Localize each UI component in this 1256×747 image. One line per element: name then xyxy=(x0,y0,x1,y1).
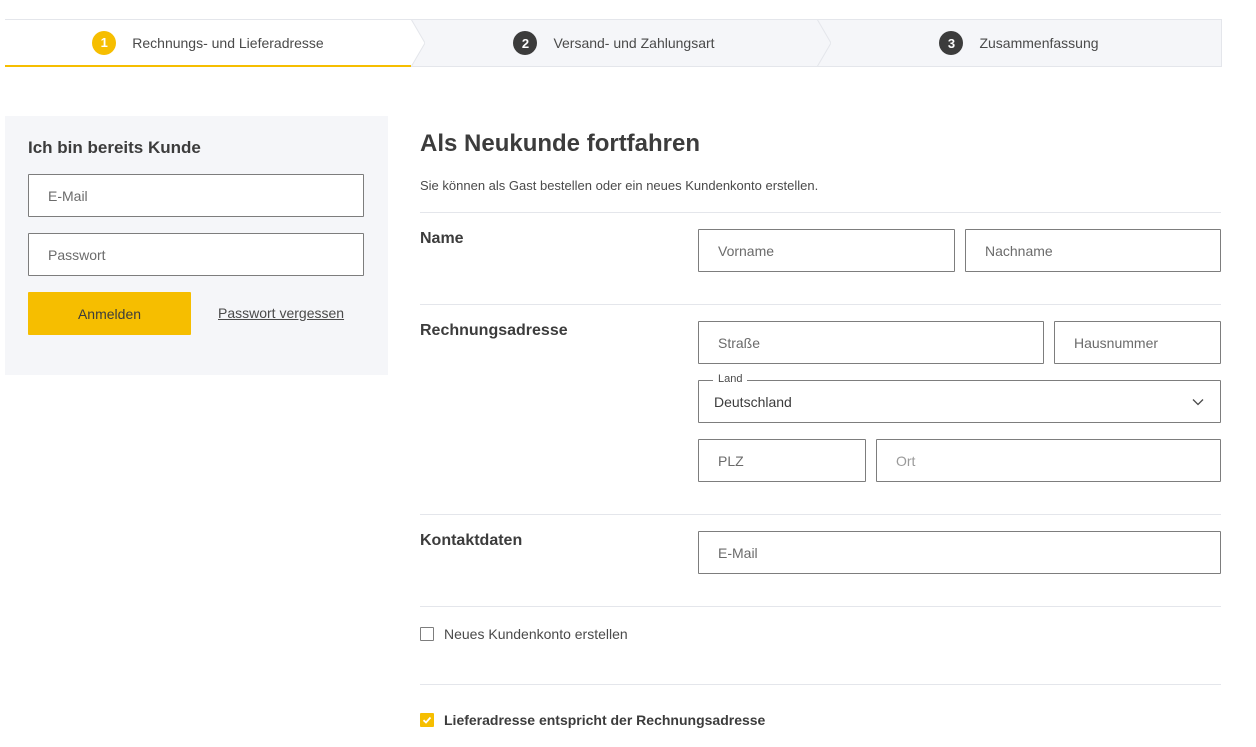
country-legend: Land xyxy=(713,373,748,385)
divider xyxy=(420,212,1221,213)
house-number-input[interactable]: Hausnummer xyxy=(1054,321,1221,364)
step-number-1: 1 xyxy=(92,30,117,55)
login-button[interactable]: Anmelden xyxy=(28,292,191,335)
guest-subtitle: Sie können als Gast bestellen oder ein n… xyxy=(420,178,819,193)
city-placeholder: Ort xyxy=(896,452,916,469)
existing-customer-panel: Ich bin bereits Kunde E-Mail Passwort An… xyxy=(5,116,388,375)
zip-input[interactable]: PLZ xyxy=(698,439,866,482)
step-label-shipping-payment: Versand- und Zahlungsart xyxy=(553,35,715,51)
house-number-placeholder: Hausnummer xyxy=(1074,334,1159,351)
divider xyxy=(420,684,1221,685)
contact-email-placeholder: E-Mail xyxy=(718,544,758,561)
login-email-input[interactable]: E-Mail xyxy=(28,174,364,217)
same-address-label: Lieferadresse entspricht der Rechnungsad… xyxy=(444,712,766,728)
street-input[interactable]: Straße xyxy=(698,321,1044,364)
step-separator-icon xyxy=(817,19,831,67)
same-address-option[interactable]: Lieferadresse entspricht der Rechnungsad… xyxy=(420,712,765,728)
step-number-3: 3 xyxy=(939,31,964,55)
country-select[interactable]: Land Deutschland xyxy=(698,373,1221,423)
divider xyxy=(420,304,1221,305)
first-name-placeholder: Vorname xyxy=(718,242,775,259)
city-input[interactable]: Ort xyxy=(876,439,1221,482)
same-address-checkbox[interactable] xyxy=(420,713,434,727)
guest-title: Als Neukunde fortfahren xyxy=(420,130,701,157)
step-label-address: Rechnungs- und Lieferadresse xyxy=(132,34,324,51)
billing-section-label: Rechnungsadresse xyxy=(420,322,568,339)
login-title: Ich bin bereits Kunde xyxy=(28,138,201,157)
create-account-checkbox[interactable] xyxy=(420,627,434,641)
last-name-placeholder: Nachname xyxy=(985,242,1053,259)
step-summary[interactable]: 3 Zusammenfassung xyxy=(817,19,1222,67)
contact-section-label: Kontaktdaten xyxy=(420,532,523,549)
step-separator-icon xyxy=(411,19,425,67)
checkout-stepper: 1 Rechnungs- und Lieferadresse 2 Versand… xyxy=(5,19,1222,67)
create-account-label: Neues Kundenkonto erstellen xyxy=(444,626,628,642)
divider xyxy=(420,606,1221,607)
zip-placeholder: PLZ xyxy=(718,452,744,469)
forgot-password-link[interactable]: Passwort vergessen xyxy=(218,305,344,321)
login-password-input[interactable]: Passwort xyxy=(28,233,364,276)
step-shipping-payment[interactable]: 2 Versand- und Zahlungsart xyxy=(411,19,831,67)
step-address[interactable]: 1 Rechnungs- und Lieferadresse xyxy=(5,19,425,67)
last-name-input[interactable]: Nachname xyxy=(965,229,1221,272)
chevron-down-icon xyxy=(1192,399,1204,406)
create-account-option[interactable]: Neues Kundenkonto erstellen xyxy=(420,626,628,642)
step-label-summary: Zusammenfassung xyxy=(979,35,1099,51)
country-value: Deutschland xyxy=(714,394,792,410)
name-section-label: Name xyxy=(420,230,464,247)
contact-email-input[interactable]: E-Mail xyxy=(698,531,1221,574)
street-placeholder: Straße xyxy=(718,334,761,351)
checkmark-icon xyxy=(422,716,432,724)
divider xyxy=(420,514,1221,515)
login-password-placeholder: Passwort xyxy=(48,246,106,263)
first-name-input[interactable]: Vorname xyxy=(698,229,955,272)
login-email-placeholder: E-Mail xyxy=(48,187,88,204)
step-number-2: 2 xyxy=(513,31,538,55)
